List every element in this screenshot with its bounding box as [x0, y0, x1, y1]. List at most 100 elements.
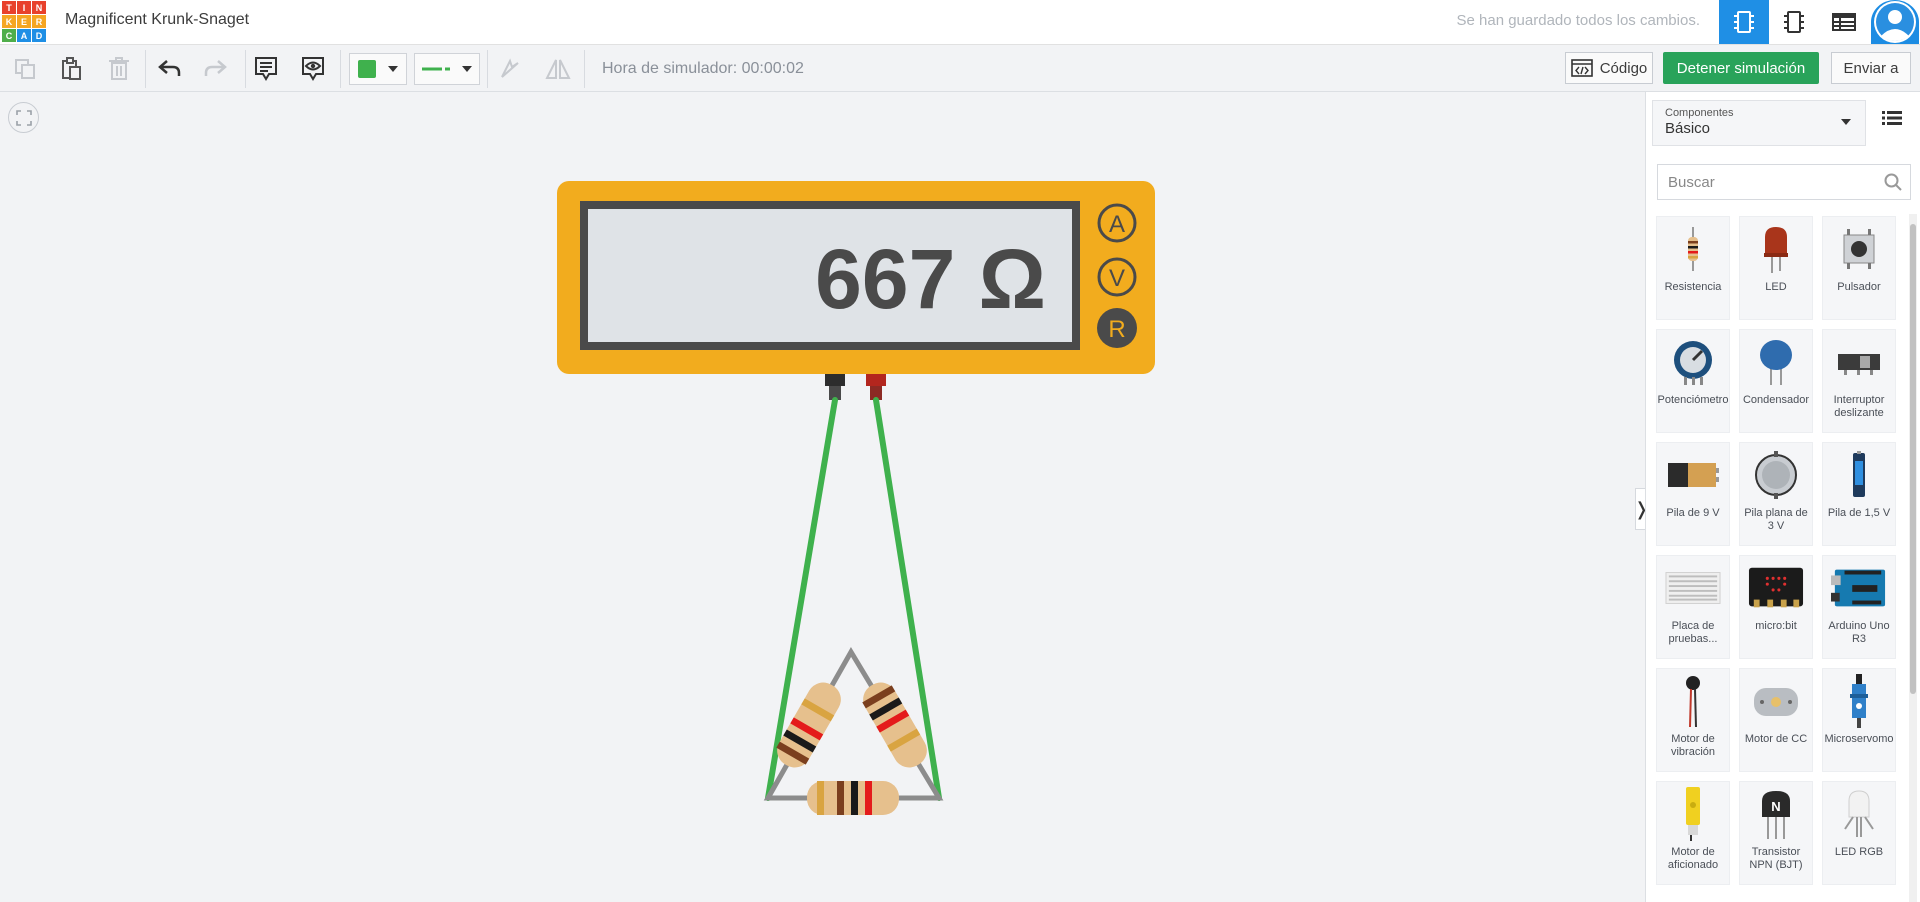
undo-icon: [158, 60, 181, 76]
component-label: Pulsador: [1837, 281, 1881, 293]
toolbar-divider: [340, 50, 341, 88]
component-card[interactable]: Microservomo: [1822, 668, 1896, 772]
component-card[interactable]: Pulsador: [1822, 216, 1896, 320]
user-icon: [1874, 1, 1916, 43]
multimeter[interactable]: 667 Ω A V R: [557, 181, 1155, 374]
component-card[interactable]: Placa de pruebas...: [1656, 555, 1730, 659]
mode-ohmmeter-button[interactable]: R: [1097, 308, 1137, 348]
copy-button[interactable]: [10, 53, 40, 85]
list-view-button[interactable]: [1882, 110, 1906, 130]
component-label: micro:bit: [1755, 620, 1797, 632]
redo-button[interactable]: [200, 53, 230, 85]
component-card[interactable]: Condensador: [1739, 329, 1813, 433]
component-label: Condensador: [1742, 394, 1810, 406]
logo-letter: R: [32, 15, 46, 28]
pushbutton-icon: [1843, 229, 1875, 269]
component-label: Placa de pruebas...: [1668, 620, 1718, 645]
dc-motor-icon: [1754, 688, 1798, 716]
component-card[interactable]: Pila de 9 V: [1656, 442, 1730, 546]
multimeter-reading: 667 Ω: [815, 232, 1046, 326]
component-card[interactable]: Motor de vibración: [1656, 668, 1730, 772]
component-label: Motor de aficionado: [1667, 846, 1719, 871]
circuit-canvas[interactable]: 667 Ω A V R ❭: [0, 92, 1649, 902]
logo-letter: I: [17, 1, 31, 14]
components-select[interactable]: Componentes Básico: [1652, 100, 1866, 146]
wire-type-dropdown[interactable]: [414, 53, 480, 85]
component-label: Transistor NPN (BJT): [1749, 846, 1803, 871]
component-card[interactable]: micro:bit: [1739, 555, 1813, 659]
search-input[interactable]: [1658, 165, 1868, 199]
notes-button[interactable]: [251, 53, 281, 85]
npn-transistor-icon: N: [1762, 791, 1790, 839]
component-card[interactable]: Interruptor deslizante: [1822, 329, 1896, 433]
undo-button[interactable]: [155, 53, 185, 85]
logo-letter: K: [2, 15, 16, 28]
stop-simulation-button[interactable]: Detener simulación: [1663, 52, 1819, 84]
circuit-drawing: 667 Ω A V R: [557, 181, 1155, 815]
paste-button[interactable]: [56, 53, 86, 85]
chip-outline-icon: [1784, 11, 1804, 33]
flip-button[interactable]: [543, 53, 573, 85]
microbit-icon: [1748, 567, 1804, 608]
code-button-label: Código: [1599, 59, 1648, 77]
panel-scrollbar[interactable]: [1909, 214, 1917, 902]
tinkercad-logo[interactable]: T I N K E R C A D: [0, 0, 46, 43]
search-box: [1657, 164, 1911, 200]
logo-letter: E: [17, 15, 31, 28]
component-card[interactable]: Potenciómetro: [1656, 329, 1730, 433]
component-label: LED RGB: [1834, 846, 1884, 858]
paste-icon: [62, 57, 81, 80]
list-icon: [1882, 111, 1902, 125]
component-card[interactable]: Pila plana de 3 V: [1739, 442, 1813, 546]
send-to-button[interactable]: Enviar a: [1831, 52, 1911, 84]
circuit-view-button[interactable]: [1719, 0, 1769, 44]
logo-letter: T: [2, 1, 16, 14]
vibration-motor-icon: [1686, 676, 1700, 727]
component-label: Resistencia: [1664, 281, 1722, 293]
app-header: T I N K E R C A D Magnificent Krunk-Snag…: [0, 0, 1920, 45]
component-label: LED: [1765, 281, 1787, 293]
note-icon: [255, 57, 277, 81]
save-status: Se han guardado todos los cambios.: [1456, 12, 1701, 29]
battery-aa-icon: [1853, 451, 1865, 497]
component-card[interactable]: N Transistor NPN (BJT): [1739, 781, 1813, 885]
rotate-button[interactable]: [495, 53, 525, 85]
component-card[interactable]: Resistencia: [1656, 216, 1730, 320]
copy-icon: [15, 59, 35, 79]
delete-button[interactable]: [104, 53, 134, 85]
component-list-view-button[interactable]: [1769, 0, 1819, 44]
black-probe[interactable]: [825, 374, 845, 400]
code-button[interactable]: Código: [1565, 52, 1653, 84]
fill-color-dropdown[interactable]: [349, 53, 407, 85]
component-label: Potenciómetro: [1657, 394, 1729, 406]
user-avatar[interactable]: [1871, 0, 1919, 44]
battery-9v-icon: [1668, 463, 1719, 487]
red-probe[interactable]: [866, 374, 886, 400]
component-card[interactable]: Arduino Uno R3: [1822, 555, 1896, 659]
mode-voltmeter-label: V: [1109, 265, 1125, 292]
panel-scrollbar-thumb[interactable]: [1910, 224, 1916, 694]
toggle-notes-visibility-button[interactable]: [298, 53, 328, 85]
flip-icon: [545, 59, 571, 79]
toolbar: Hora de simulador: 00:00:02 Código Deten…: [0, 46, 1920, 92]
resistor-bottom[interactable]: [807, 781, 899, 815]
component-card[interactable]: Motor de CC: [1739, 668, 1813, 772]
potentiometer-icon: [1674, 341, 1712, 385]
arduino-icon: [1831, 569, 1886, 607]
mode-ohmmeter-label: R: [1108, 316, 1125, 343]
component-card[interactable]: Motor de aficionado: [1656, 781, 1730, 885]
component-label: Motor de CC: [1744, 733, 1808, 745]
capacitor-icon: [1760, 340, 1792, 385]
component-card[interactable]: LED RGB: [1822, 781, 1896, 885]
toolbar-divider: [584, 50, 585, 88]
project-title[interactable]: Magnificent Krunk-Snaget: [65, 11, 249, 29]
toolbar-divider: [145, 50, 146, 88]
table-list-icon: [1832, 13, 1856, 31]
components-select-label: Componentes: [1665, 107, 1734, 119]
component-card[interactable]: LED: [1739, 216, 1813, 320]
bom-view-button[interactable]: [1819, 0, 1869, 44]
component-card[interactable]: Pila de 1,5 V: [1822, 442, 1896, 546]
code-window-icon: [1570, 59, 1593, 77]
resistor-icon: [1688, 227, 1698, 271]
mode-ammeter-label: A: [1109, 211, 1125, 238]
